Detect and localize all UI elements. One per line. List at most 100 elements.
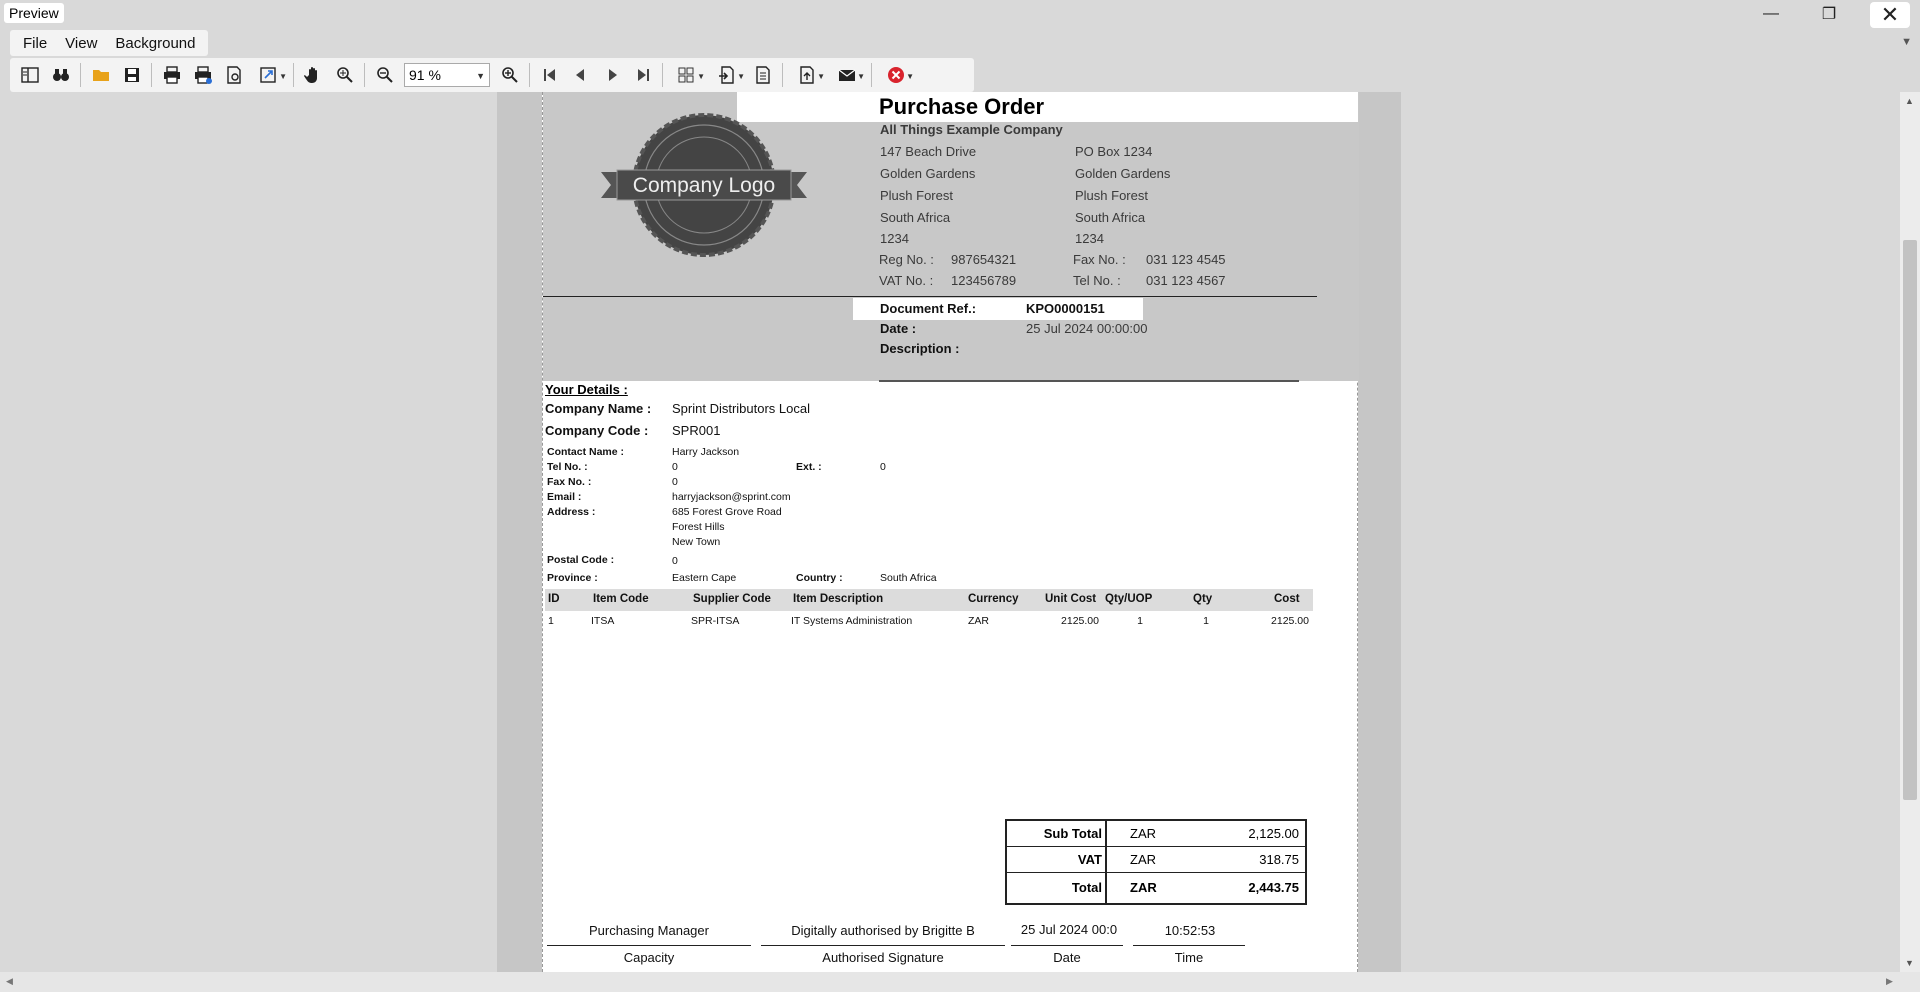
vertical-scrollbar[interactable]: ▲ ▼ [1900,92,1920,972]
row-cost: 2125.00 [1271,615,1309,627]
preview-viewport[interactable]: Purchase Order Company Logo All Things E… [0,92,1900,972]
open-document-button[interactable]: ▼ [707,61,747,89]
minimize-button[interactable]: — [1748,0,1794,28]
street-line-3: Plush Forest [880,188,953,203]
restore-button[interactable]: ❐ [1806,0,1852,28]
subtotal-currency: ZAR [1130,826,1156,841]
chevron-down-icon[interactable]: ▼ [1901,36,1912,48]
street-line-4: South Africa [880,210,951,225]
scroll-right-icon[interactable]: ▶ [1886,976,1893,987]
details-title: Your Details : [545,382,628,397]
first-page-button[interactable] [534,61,565,89]
toolbar-separator [364,63,365,87]
reg-value: 987654321 [951,252,1017,267]
page-setup-button[interactable] [218,61,249,89]
previous-page-button[interactable] [565,61,596,89]
address-label: Address : [547,506,596,518]
dropdown-arrow-icon: ▼ [817,72,825,81]
street-line-2: Golden Gardens [880,166,976,181]
province-label: Province : [547,572,598,584]
grand-total-label: Total [1007,873,1107,903]
tel-no-value: 0 [672,461,678,473]
totals-row: Sub Total ZAR 2,125.00 [1007,821,1305,847]
scroll-left-icon[interactable]: ◀ [6,976,13,987]
next-page-button[interactable] [596,61,627,89]
vat-total-label: VAT [1007,847,1107,872]
signature-underline [1133,945,1245,946]
sign-time-value: 10:52:53 [1164,923,1216,938]
toolbar-separator [293,63,294,87]
company-name-label: Company Name : [545,401,652,416]
hand-tool-button[interactable] [298,61,329,89]
toolbar-separator [782,63,783,87]
close-circle-icon [888,67,904,83]
quick-print-button[interactable] [187,61,218,89]
zoom-in-button[interactable] [494,61,525,89]
ext-label: Ext. : [796,461,822,473]
magnifier-button[interactable] [329,61,360,89]
signature-underline [761,945,1005,946]
open-button[interactable] [85,61,116,89]
horizontal-scrollbar[interactable]: ◀ ▶ [0,972,1920,992]
scale-button[interactable]: ▼ [249,61,289,89]
last-page-icon [637,69,649,81]
vat-label: VAT No. : [879,273,934,288]
zoom-select[interactable]: 91 % ▼ [404,63,490,87]
row-qty-uop: 1 [1137,615,1143,627]
menu-view[interactable]: View [56,35,106,52]
company-logo: Company Logo [601,113,807,257]
find-button[interactable] [45,61,76,89]
row-id: 1 [548,615,554,627]
save-icon [124,68,139,82]
printer-icon [194,66,212,84]
items-table-header: ID Item Code Supplier Code Item Descript… [545,589,1313,611]
signature-value: Digitally authorised by Brigitte B [791,923,975,938]
folder-icon [92,70,109,81]
toolbar-separator [529,63,530,87]
print-button[interactable] [156,61,187,89]
fax-label: Fax No. : [1073,252,1126,267]
document-icon [755,66,770,84]
header-divider [543,296,1317,297]
column-header: Qty [1193,593,1213,605]
zoom-out-button[interactable] [369,61,400,89]
multiple-pages-button[interactable]: ▼ [667,61,707,89]
zoom-in-icon [501,67,518,83]
date-label: Date : [880,321,917,336]
column-header: Supplier Code [693,593,771,605]
save-button[interactable] [116,61,147,89]
send-email-button[interactable]: ▼ [827,61,867,89]
page-setup-icon [226,66,241,84]
zoom-value: 91 % [409,67,441,83]
close-button[interactable]: ✕ [1870,2,1910,28]
last-page-button[interactable] [627,61,658,89]
menu-background[interactable]: Background [106,35,204,52]
vat-value: 123456789 [951,273,1017,288]
title-bar: Preview — ❐ ✕ [0,0,1920,28]
tel-label: Tel No. : [1073,273,1121,288]
toolbar: ▼ 91 % ▼ ▼ ▼ ▼ ▼ ▼ [10,58,974,92]
column-header: Item Code [593,593,649,605]
export-button[interactable]: ▼ [787,61,827,89]
menu-file[interactable]: File [14,35,56,52]
document-map-button[interactable] [747,61,778,89]
scrollbar-thumb[interactable] [1903,240,1917,800]
toolbar-separator [871,63,872,87]
toggle-sidebar-button[interactable] [14,61,45,89]
company-name-value: Sprint Distributors Local [672,401,810,416]
logo-text: Company Logo [633,174,775,197]
tel-no-label: Tel No. : [547,461,588,473]
country-label: Country : [796,572,843,584]
column-header: Unit Cost [1045,593,1097,605]
street-line-1: 147 Beach Drive [880,144,977,159]
title-band [737,92,1358,122]
close-preview-button[interactable]: ▼ [876,61,916,89]
subtotal-label: Sub Total [1007,821,1107,846]
description-label: Description : [880,341,960,356]
vat-currency: ZAR [1130,852,1156,867]
company-code-value: SPR001 [672,423,721,438]
scroll-up-icon[interactable]: ▲ [1905,96,1914,106]
sign-date-label: Date [1053,950,1081,965]
scroll-down-icon[interactable]: ▼ [1905,958,1914,968]
row-item-code: ITSA [591,615,615,627]
